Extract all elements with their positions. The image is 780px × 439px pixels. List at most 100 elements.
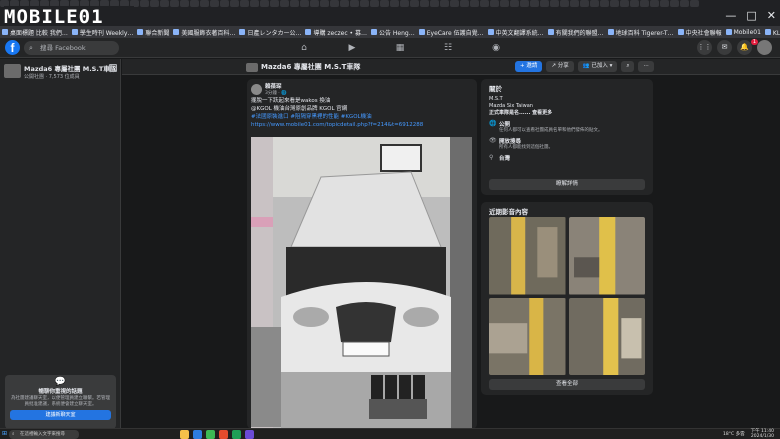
post-author[interactable]: 賴葆琛 (265, 82, 287, 90)
weather-text[interactable]: 18°C 多雲 (723, 430, 745, 439)
browser-tab[interactable] (530, 0, 539, 7)
media-thumbnail[interactable] (489, 217, 566, 295)
learn-more-button[interactable]: 瞭解詳情 (489, 179, 645, 190)
about-line-3[interactable]: 正式車隊是名...... 查看更多 (489, 110, 645, 117)
edge-icon[interactable] (193, 430, 202, 439)
browser-tab[interactable] (240, 0, 249, 7)
author-avatar[interactable] (251, 83, 262, 95)
browser-tab[interactable] (690, 0, 699, 7)
browser-tab[interactable] (250, 0, 259, 7)
browser-tab[interactable] (410, 0, 419, 7)
file-explorer-icon[interactable] (180, 430, 189, 439)
browser-tab[interactable] (270, 0, 279, 7)
browser-tab[interactable] (650, 0, 659, 7)
browser-tab[interactable] (450, 0, 459, 7)
bookmark-item[interactable]: 導購 zeczec • 募… (305, 28, 367, 37)
messenger-icon[interactable]: ✉ (717, 40, 732, 55)
browser-tab[interactable] (610, 0, 619, 7)
invite-button[interactable]: + 邀請 (515, 61, 543, 72)
browser-tab[interactable] (220, 0, 229, 7)
browser-tab[interactable] (490, 0, 499, 7)
media-thumbnail[interactable] (489, 297, 566, 375)
browser-tab[interactable] (170, 0, 179, 7)
browser-tab[interactable] (290, 0, 299, 7)
collapse-sidebar-icon[interactable] (109, 64, 117, 72)
browser-tab[interactable] (400, 0, 409, 7)
browser-tab[interactable] (150, 0, 159, 7)
browser-tab[interactable] (620, 0, 629, 7)
home-icon[interactable]: ⌂ (280, 40, 328, 56)
browser-tab[interactable] (280, 0, 289, 7)
browser-tab[interactable] (430, 0, 439, 7)
close-icon[interactable]: ✕ (767, 9, 776, 22)
browser-tab[interactable] (200, 0, 209, 7)
media-thumbnail[interactable] (568, 297, 645, 375)
browser-tab[interactable] (640, 0, 649, 7)
group-header[interactable]: Mazda6 專屬社團 M.S.T車隊 公開社團 · 7,573 位成員 (4, 62, 117, 80)
browser-tab[interactable] (370, 0, 379, 7)
browser-tab[interactable] (180, 0, 189, 7)
browser-tab[interactable] (500, 0, 509, 7)
browser-tab[interactable] (160, 0, 169, 7)
bookmark-item[interactable]: 桌面標題 比較 我們… (2, 28, 68, 37)
browser-tab[interactable] (210, 0, 219, 7)
chrome-icon[interactable] (206, 430, 215, 439)
browser-tab[interactable] (390, 0, 399, 7)
avatar[interactable] (757, 40, 772, 55)
facebook-logo[interactable]: f (5, 40, 20, 55)
bookmark-item[interactable]: EyeCare 伍護自覺… (418, 28, 484, 37)
windows-start-icon[interactable]: ⊞ (2, 430, 7, 437)
groups-icon[interactable]: ☷ (424, 40, 472, 56)
see-all-button[interactable]: 查看全部 (489, 379, 645, 390)
bookmark-item[interactable]: KLOOK客路 - 預訂… (764, 28, 780, 37)
bookmark-item[interactable]: 學生時刊 Weekly… (71, 28, 133, 37)
taskbar-search-input[interactable]: ⌕ 在這裡輸入文字來搜尋 (9, 430, 79, 439)
search-group-button[interactable]: ⌕ (621, 61, 635, 72)
browser-tab[interactable] (580, 0, 589, 7)
marketplace-icon[interactable]: ▦ (376, 40, 424, 56)
more-icon[interactable]: ··· (638, 61, 654, 72)
video-icon[interactable]: ▶ (328, 40, 376, 56)
browser-tab[interactable] (660, 0, 669, 7)
app-icon[interactable] (232, 430, 241, 439)
browser-tab[interactable] (330, 0, 339, 7)
browser-tab[interactable] (510, 0, 519, 7)
browser-tab[interactable] (560, 0, 569, 7)
browser-tab[interactable] (680, 0, 689, 7)
browser-tab[interactable] (460, 0, 469, 7)
browser-tab[interactable] (670, 0, 679, 7)
bookmark-item[interactable]: 地球百科 Tigerer-T… (607, 28, 674, 37)
gaming-icon[interactable]: ◉ (472, 40, 520, 56)
suggest-chat-button[interactable]: 建議新聊天室 (10, 410, 111, 420)
post-hashtags[interactable]: #法國原裝進口 #阻隔穿黑裡的性能 #KGOL機油 (251, 113, 473, 121)
browser-tab[interactable] (590, 0, 599, 7)
browser-tab[interactable] (350, 0, 359, 7)
media-thumbnail[interactable] (568, 217, 645, 295)
bookmark-item[interactable]: 日產レンタカー公… (239, 28, 301, 37)
browser-tab[interactable] (310, 0, 319, 7)
browser-tab[interactable] (540, 0, 549, 7)
browser-tab[interactable] (190, 0, 199, 7)
maximize-icon[interactable]: □ (746, 9, 756, 22)
browser-tab[interactable] (260, 0, 269, 7)
bookmark-item[interactable]: 中央社會聯報 (677, 28, 722, 37)
bookmark-item[interactable]: 聯合新聞 (137, 28, 169, 37)
browser-tab[interactable] (230, 0, 239, 7)
browser-tab[interactable] (320, 0, 329, 7)
browser-tab[interactable] (440, 0, 449, 7)
menu-icon[interactable]: ⋮⋮ (697, 40, 712, 55)
post-time[interactable]: 3分鐘 · 🌐 (265, 90, 287, 96)
bookmark-item[interactable]: 有關我們的聯盟… (547, 28, 604, 37)
app-icon[interactable] (219, 430, 228, 439)
browser-tab[interactable] (420, 0, 429, 7)
bookmark-item[interactable]: Mobile01 (725, 29, 761, 36)
bookmark-item[interactable]: 中英文翻譯系統… (487, 28, 544, 37)
app-icon[interactable] (245, 430, 254, 439)
post-photo[interactable] (251, 137, 472, 429)
share-button[interactable]: ↗ 分享 (546, 61, 574, 72)
joined-button[interactable]: 👥 已加入 ▾ (577, 61, 618, 72)
browser-tab[interactable] (550, 0, 559, 7)
browser-tab[interactable] (600, 0, 609, 7)
bookmark-item[interactable]: 公告 Heng… (371, 28, 415, 37)
browser-tab[interactable] (480, 0, 489, 7)
